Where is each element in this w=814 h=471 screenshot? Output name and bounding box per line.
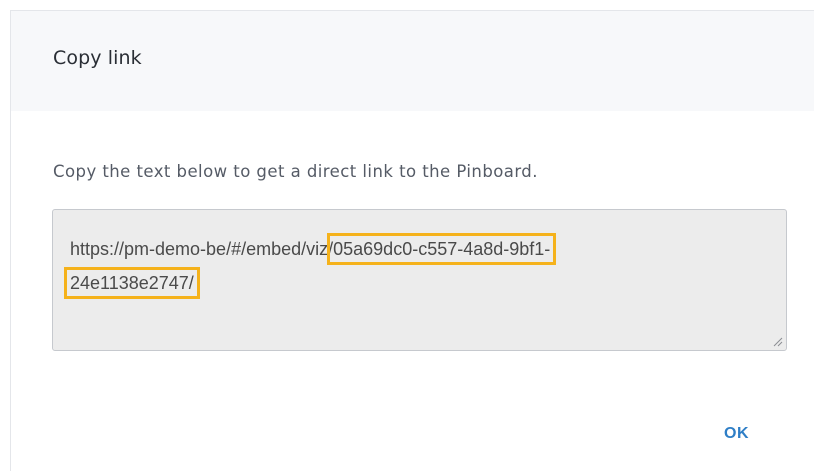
dialog-header: Copy link bbox=[11, 11, 814, 111]
link-prefix: https://pm-demo-be/#/embed/viz/ bbox=[70, 239, 334, 259]
resize-handle-icon[interactable] bbox=[772, 336, 783, 347]
dialog-title: Copy link bbox=[53, 47, 142, 69]
dialog-description: Copy the text below to get a direct link… bbox=[53, 162, 538, 181]
link-id-highlight-part1: 05a69dc0-c557-4a8d-9bf1- bbox=[327, 233, 557, 265]
ok-button[interactable]: OK bbox=[724, 425, 749, 443]
copy-link-dialog: Copy link Copy the text below to get a d… bbox=[10, 10, 814, 471]
link-id-highlight-part2: 24e1138e2747/ bbox=[64, 267, 200, 299]
link-textarea[interactable]: https://pm-demo-be/#/embed/viz/05a69dc0-… bbox=[52, 209, 787, 351]
